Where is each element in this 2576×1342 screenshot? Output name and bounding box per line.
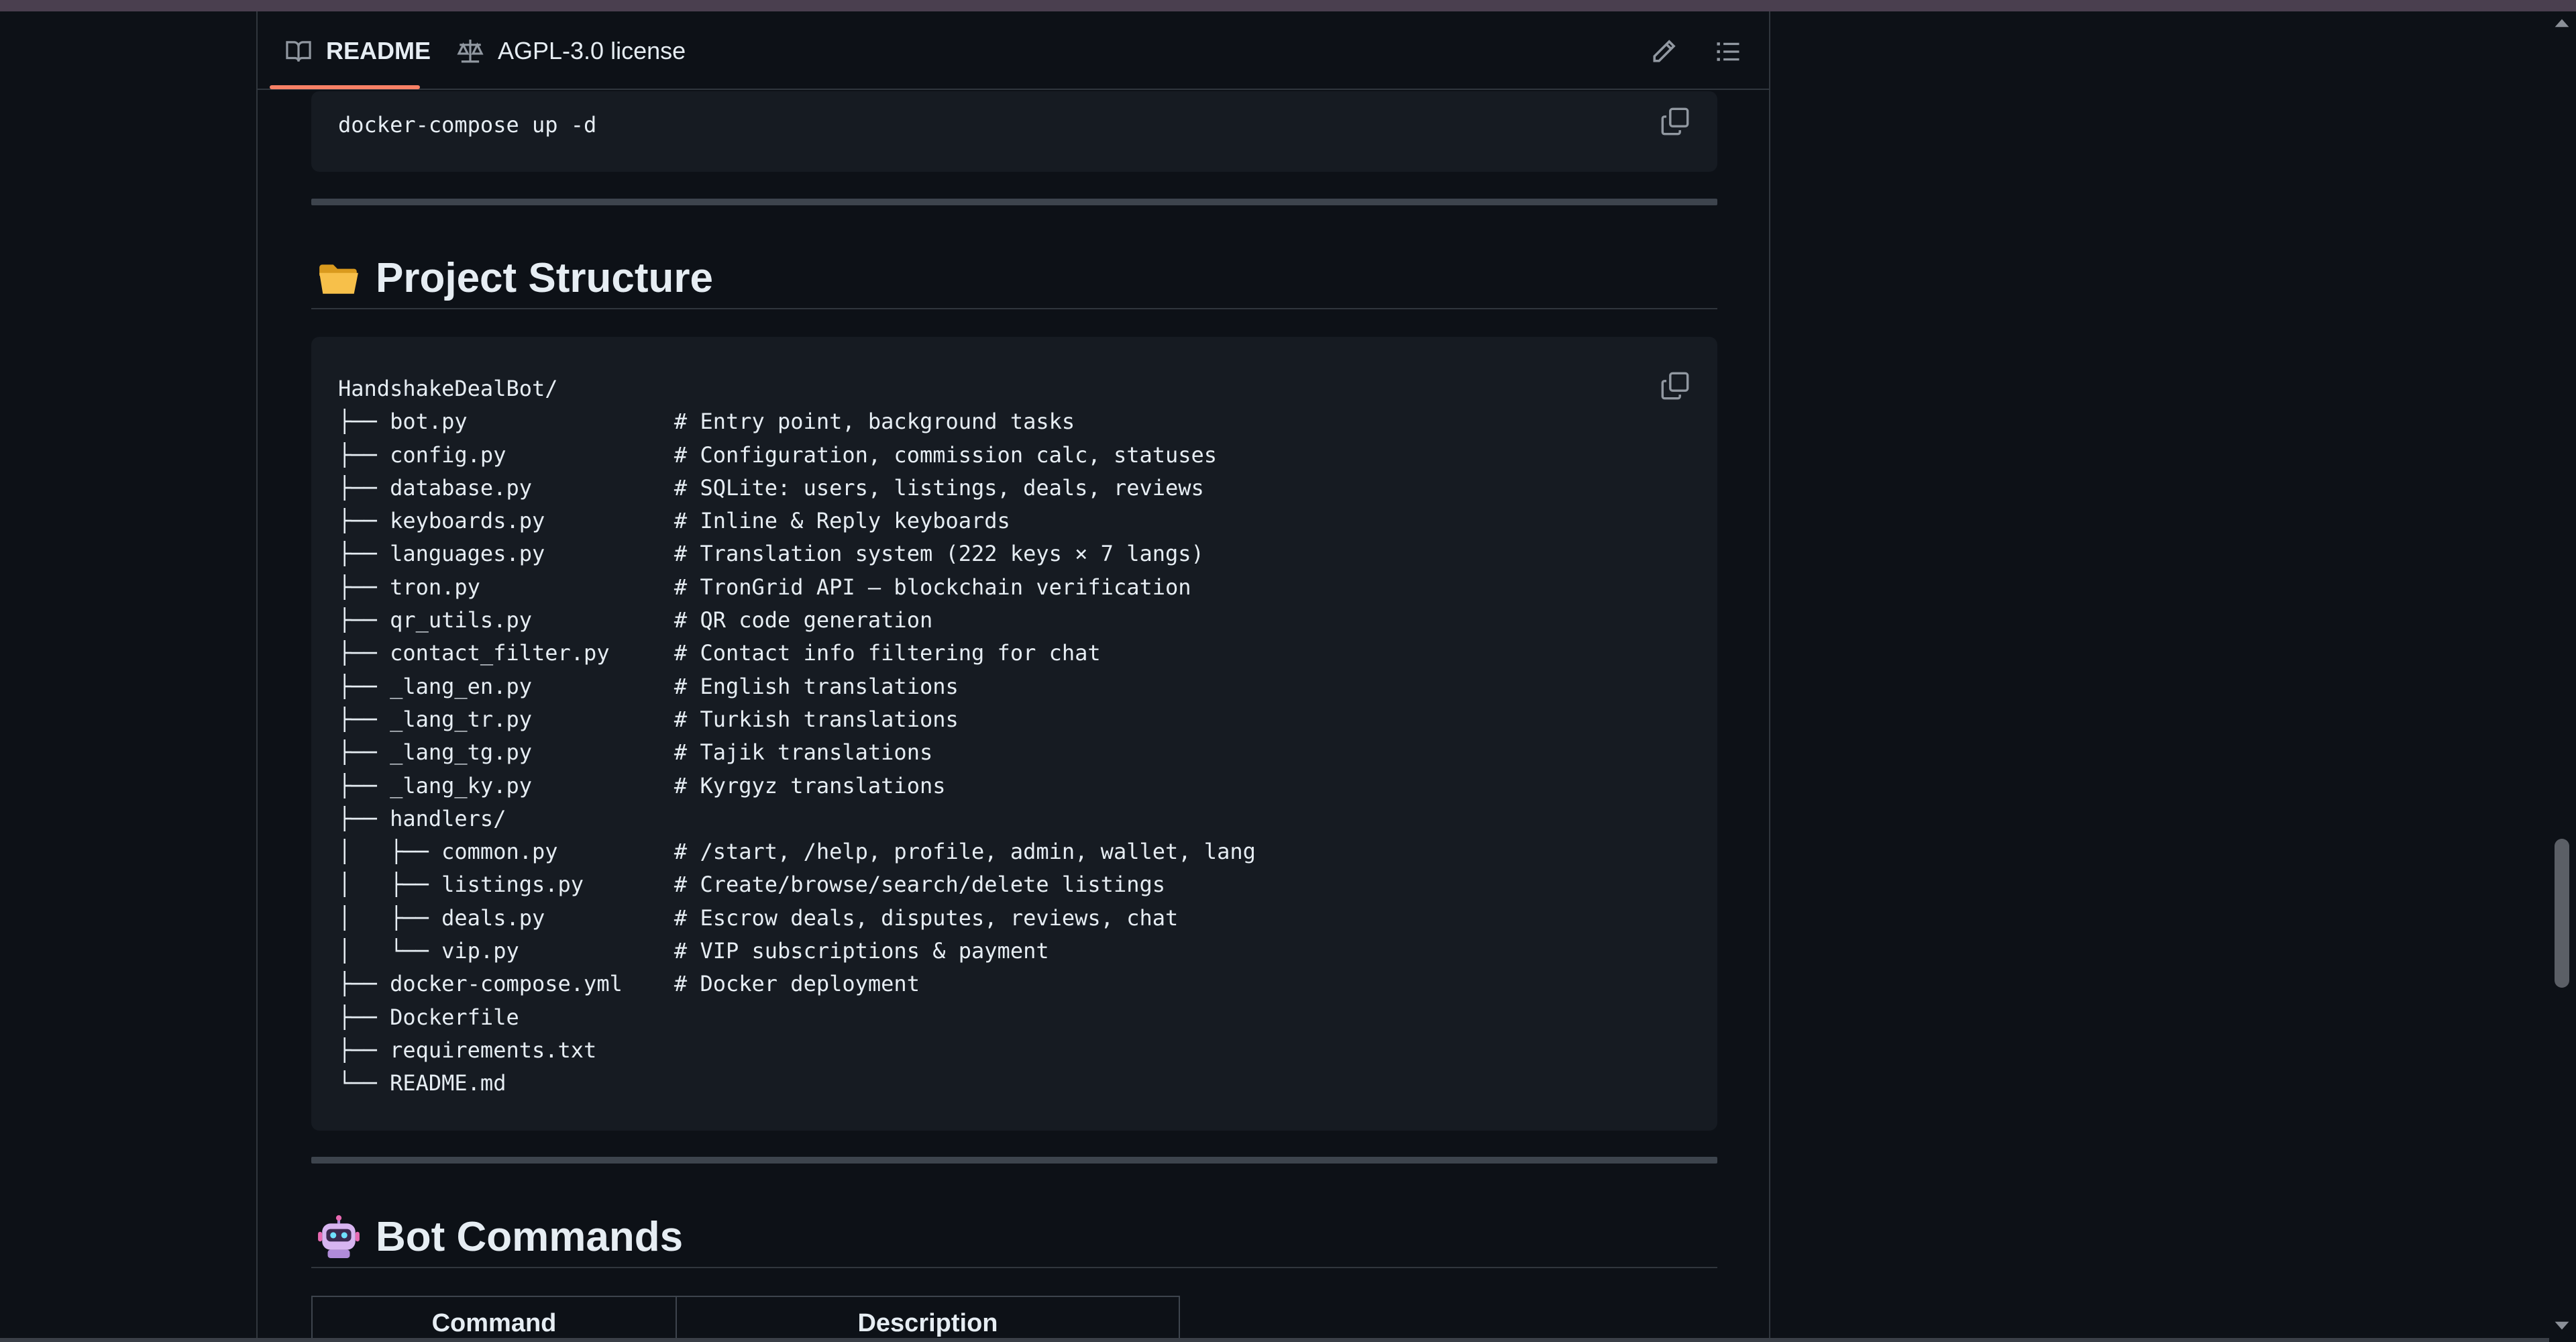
section-divider xyxy=(311,199,1717,205)
window-bottom-edge xyxy=(0,1338,2549,1342)
browser-top-strip xyxy=(0,0,2576,11)
code-line: ├── contact_filter.py # Contact info fil… xyxy=(338,640,1101,666)
code-line: │ ├── deals.py # Escrow deals, disputes,… xyxy=(338,905,1179,931)
code-line: ├── _lang_ky.py # Kyrgyz translations xyxy=(338,772,946,798)
heading-bot-commands-text: Bot Commands xyxy=(376,1214,684,1260)
open-folder-icon xyxy=(319,264,358,294)
code-line: │ ├── listings.py # Create/browse/search… xyxy=(338,872,1165,898)
code-line: │ ├── common.py # /start, /help, profile… xyxy=(338,839,1256,865)
tab-license[interactable]: AGPL-3.0 license xyxy=(456,11,686,90)
code-line: ├── config.py # Configuration, commissio… xyxy=(338,442,1218,468)
code-docker-text: docker-compose up -d xyxy=(338,112,597,138)
table-header-command: Command xyxy=(311,1296,677,1342)
readme-tabbar: README AGPL-3.0 license xyxy=(258,11,1769,90)
code-line: ├── _lang_tr.py # Turkish translations xyxy=(338,706,959,732)
copy-button[interactable] xyxy=(1660,370,1690,401)
scale-icon xyxy=(457,39,484,62)
table-header-row: Command Description xyxy=(311,1296,1180,1342)
code-line: │ └── vip.py # VIP subscriptions & payme… xyxy=(338,938,1049,964)
readme-container: README AGPL-3.0 license docker-compose u… xyxy=(256,11,1770,1342)
code-block-structure: HandshakeDealBot/ ├── bot.py # Entry poin… xyxy=(311,337,1717,1131)
tab-license-label: AGPL-3.0 license xyxy=(498,36,686,64)
code-line: ├── languages.py # Translation system (2… xyxy=(338,541,1204,567)
list-icon xyxy=(1717,42,1739,61)
code-line: ├── bot.py # Entry point, background tas… xyxy=(338,409,1075,435)
code-line: HandshakeDealBot/ xyxy=(338,376,558,401)
code-block-docker: docker-compose up -d xyxy=(311,91,1717,172)
pencil-icon xyxy=(1653,40,1676,62)
heading-underline xyxy=(311,308,1717,309)
code-line: ├── requirements.txt xyxy=(338,1037,597,1063)
section-divider xyxy=(311,1157,1717,1164)
code-line: ├── handlers/ xyxy=(338,805,506,831)
code-line: └── README.md xyxy=(338,1070,506,1096)
code-line: ├── _lang_tg.py # Tajik translations xyxy=(338,739,933,766)
tab-readme[interactable]: README xyxy=(284,11,431,90)
table-header-description: Description xyxy=(676,1296,1180,1342)
heading-project-structure-text: Project Structure xyxy=(376,255,714,301)
copy-icon xyxy=(1661,372,1689,400)
copy-button[interactable] xyxy=(1660,106,1690,137)
project-structure-tree: HandshakeDealBot/ ├── bot.py # Entry poin… xyxy=(338,372,1256,1100)
outline-button[interactable] xyxy=(1713,37,1743,66)
code-line: ├── qr_utils.py # QR code generation xyxy=(338,607,933,633)
copy-icon xyxy=(1661,107,1689,136)
book-icon xyxy=(286,40,311,62)
heading-project-structure: Project Structure xyxy=(317,254,713,302)
heading-underline xyxy=(311,1267,1717,1268)
scrollbar-thumb[interactable] xyxy=(2555,839,2569,988)
robot-icon xyxy=(318,1215,360,1258)
scrollbar[interactable] xyxy=(2551,11,2576,1342)
commands-table: Command Description xyxy=(311,1296,1180,1342)
code-line: ├── tron.py # TronGrid API — blockchain … xyxy=(338,574,1191,600)
code-line: ├── database.py # SQLite: users, listing… xyxy=(338,474,1204,501)
code-line: ├── docker-compose.yml # Docker deployme… xyxy=(338,971,920,997)
heading-bot-commands: Bot Commands xyxy=(317,1213,683,1261)
tab-readme-label: README xyxy=(326,36,431,64)
edit-file-button[interactable] xyxy=(1649,37,1678,66)
code-line: ├── keyboards.py # Inline & Reply keyboa… xyxy=(338,508,1010,534)
scroll-down-arrow-icon[interactable] xyxy=(2553,1317,2571,1334)
active-tab-indicator xyxy=(270,85,420,89)
code-line: ├── _lang_en.py # English translations xyxy=(338,673,959,699)
code-line: ├── Dockerfile xyxy=(338,1004,519,1030)
scroll-up-arrow-icon[interactable] xyxy=(2553,15,2571,32)
